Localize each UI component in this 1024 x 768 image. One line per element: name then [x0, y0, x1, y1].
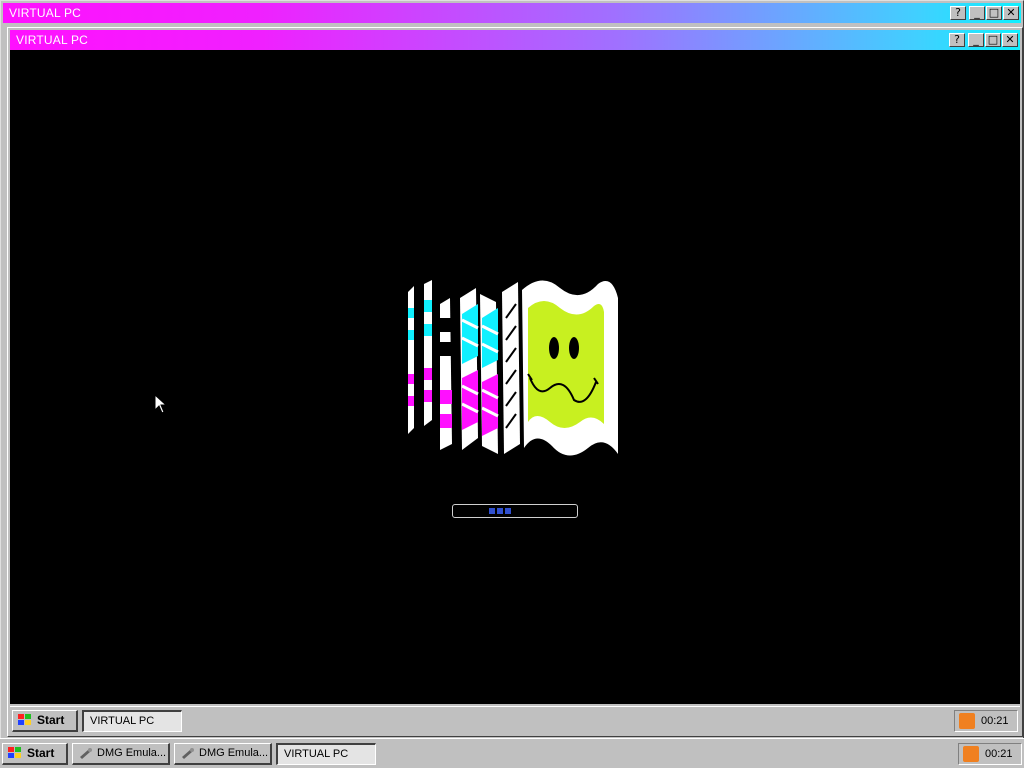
task-label: DMG Emula... [97, 747, 167, 759]
logo-strip-6 [502, 282, 520, 454]
system-tray: 00:21 [958, 742, 1022, 765]
outer-taskbar: Start DMG Emula... DMG Emula... VIRTUAL … [0, 738, 1024, 768]
outer-titlebar[interactable]: VIRTUAL PC ? _ □ ✕ [3, 3, 1021, 23]
rss-icon[interactable] [963, 745, 979, 762]
task-label: VIRTUAL PC [284, 748, 349, 760]
system-tray: 00:21 [954, 709, 1018, 732]
logo-strip-4 [460, 288, 479, 450]
emulator-screen[interactable] [10, 50, 1020, 704]
logo-strip-3 [440, 298, 452, 450]
progress-chunk [489, 508, 495, 514]
wrench-icon [182, 748, 194, 759]
maximize-icon[interactable]: □ [986, 6, 1002, 20]
task-virtual-pc[interactable]: VIRTUAL PC [276, 742, 376, 765]
help-icon[interactable]: ? [950, 6, 966, 20]
windows-logo-icon [18, 714, 31, 725]
task-label: DMG Emula... [199, 747, 269, 759]
inner-titlebar[interactable]: VIRTUAL PC ? _ □ ✕ [10, 30, 1020, 50]
mouse-cursor-icon [154, 394, 168, 414]
outer-start-button[interactable]: Start [2, 742, 68, 765]
rss-icon[interactable] [959, 712, 975, 729]
outer-window-title: VIRTUAL PC [9, 6, 82, 20]
progress-chunk [497, 508, 503, 514]
boot-progress-bar [452, 504, 578, 518]
minimize-icon[interactable]: _ [969, 6, 985, 20]
start-label: Start [37, 713, 65, 727]
windows-logo-icon [8, 747, 21, 758]
minimize-icon[interactable]: _ [968, 33, 984, 47]
smiley-flag [522, 280, 618, 456]
task-label: VIRTUAL PC [90, 715, 155, 727]
close-icon[interactable]: ✕ [1003, 6, 1019, 20]
task-dmg-emulator-2[interactable]: DMG Emula... [174, 742, 272, 765]
progress-chunk [505, 508, 511, 514]
help-icon[interactable]: ? [949, 33, 965, 47]
maximize-icon[interactable]: □ [985, 33, 1001, 47]
outer-window: VIRTUAL PC ? _ □ ✕ VIRTUAL PC ? _ □ ✕ St… [0, 0, 1024, 738]
logo-strip-5 [480, 294, 499, 454]
inner-start-button[interactable]: Start [12, 709, 78, 732]
wrench-icon [80, 748, 92, 759]
close-icon[interactable]: ✕ [1002, 33, 1018, 47]
inner-taskbar: Start VIRTUAL PC 00:21 [10, 706, 1020, 734]
boot-logo [408, 280, 618, 456]
task-virtual-pc[interactable]: VIRTUAL PC [82, 709, 182, 732]
task-dmg-emulator-1[interactable]: DMG Emula... [72, 742, 170, 765]
clock: 00:21 [981, 714, 1009, 727]
logo-strip-2 [424, 280, 432, 426]
inner-window-title: VIRTUAL PC [16, 33, 89, 47]
logo-strip-1 [408, 286, 414, 434]
clock: 00:21 [985, 747, 1013, 760]
inner-window: VIRTUAL PC ? _ □ ✕ Start VIRTUAL PC 00:2… [7, 27, 1023, 737]
start-label: Start [27, 746, 55, 760]
